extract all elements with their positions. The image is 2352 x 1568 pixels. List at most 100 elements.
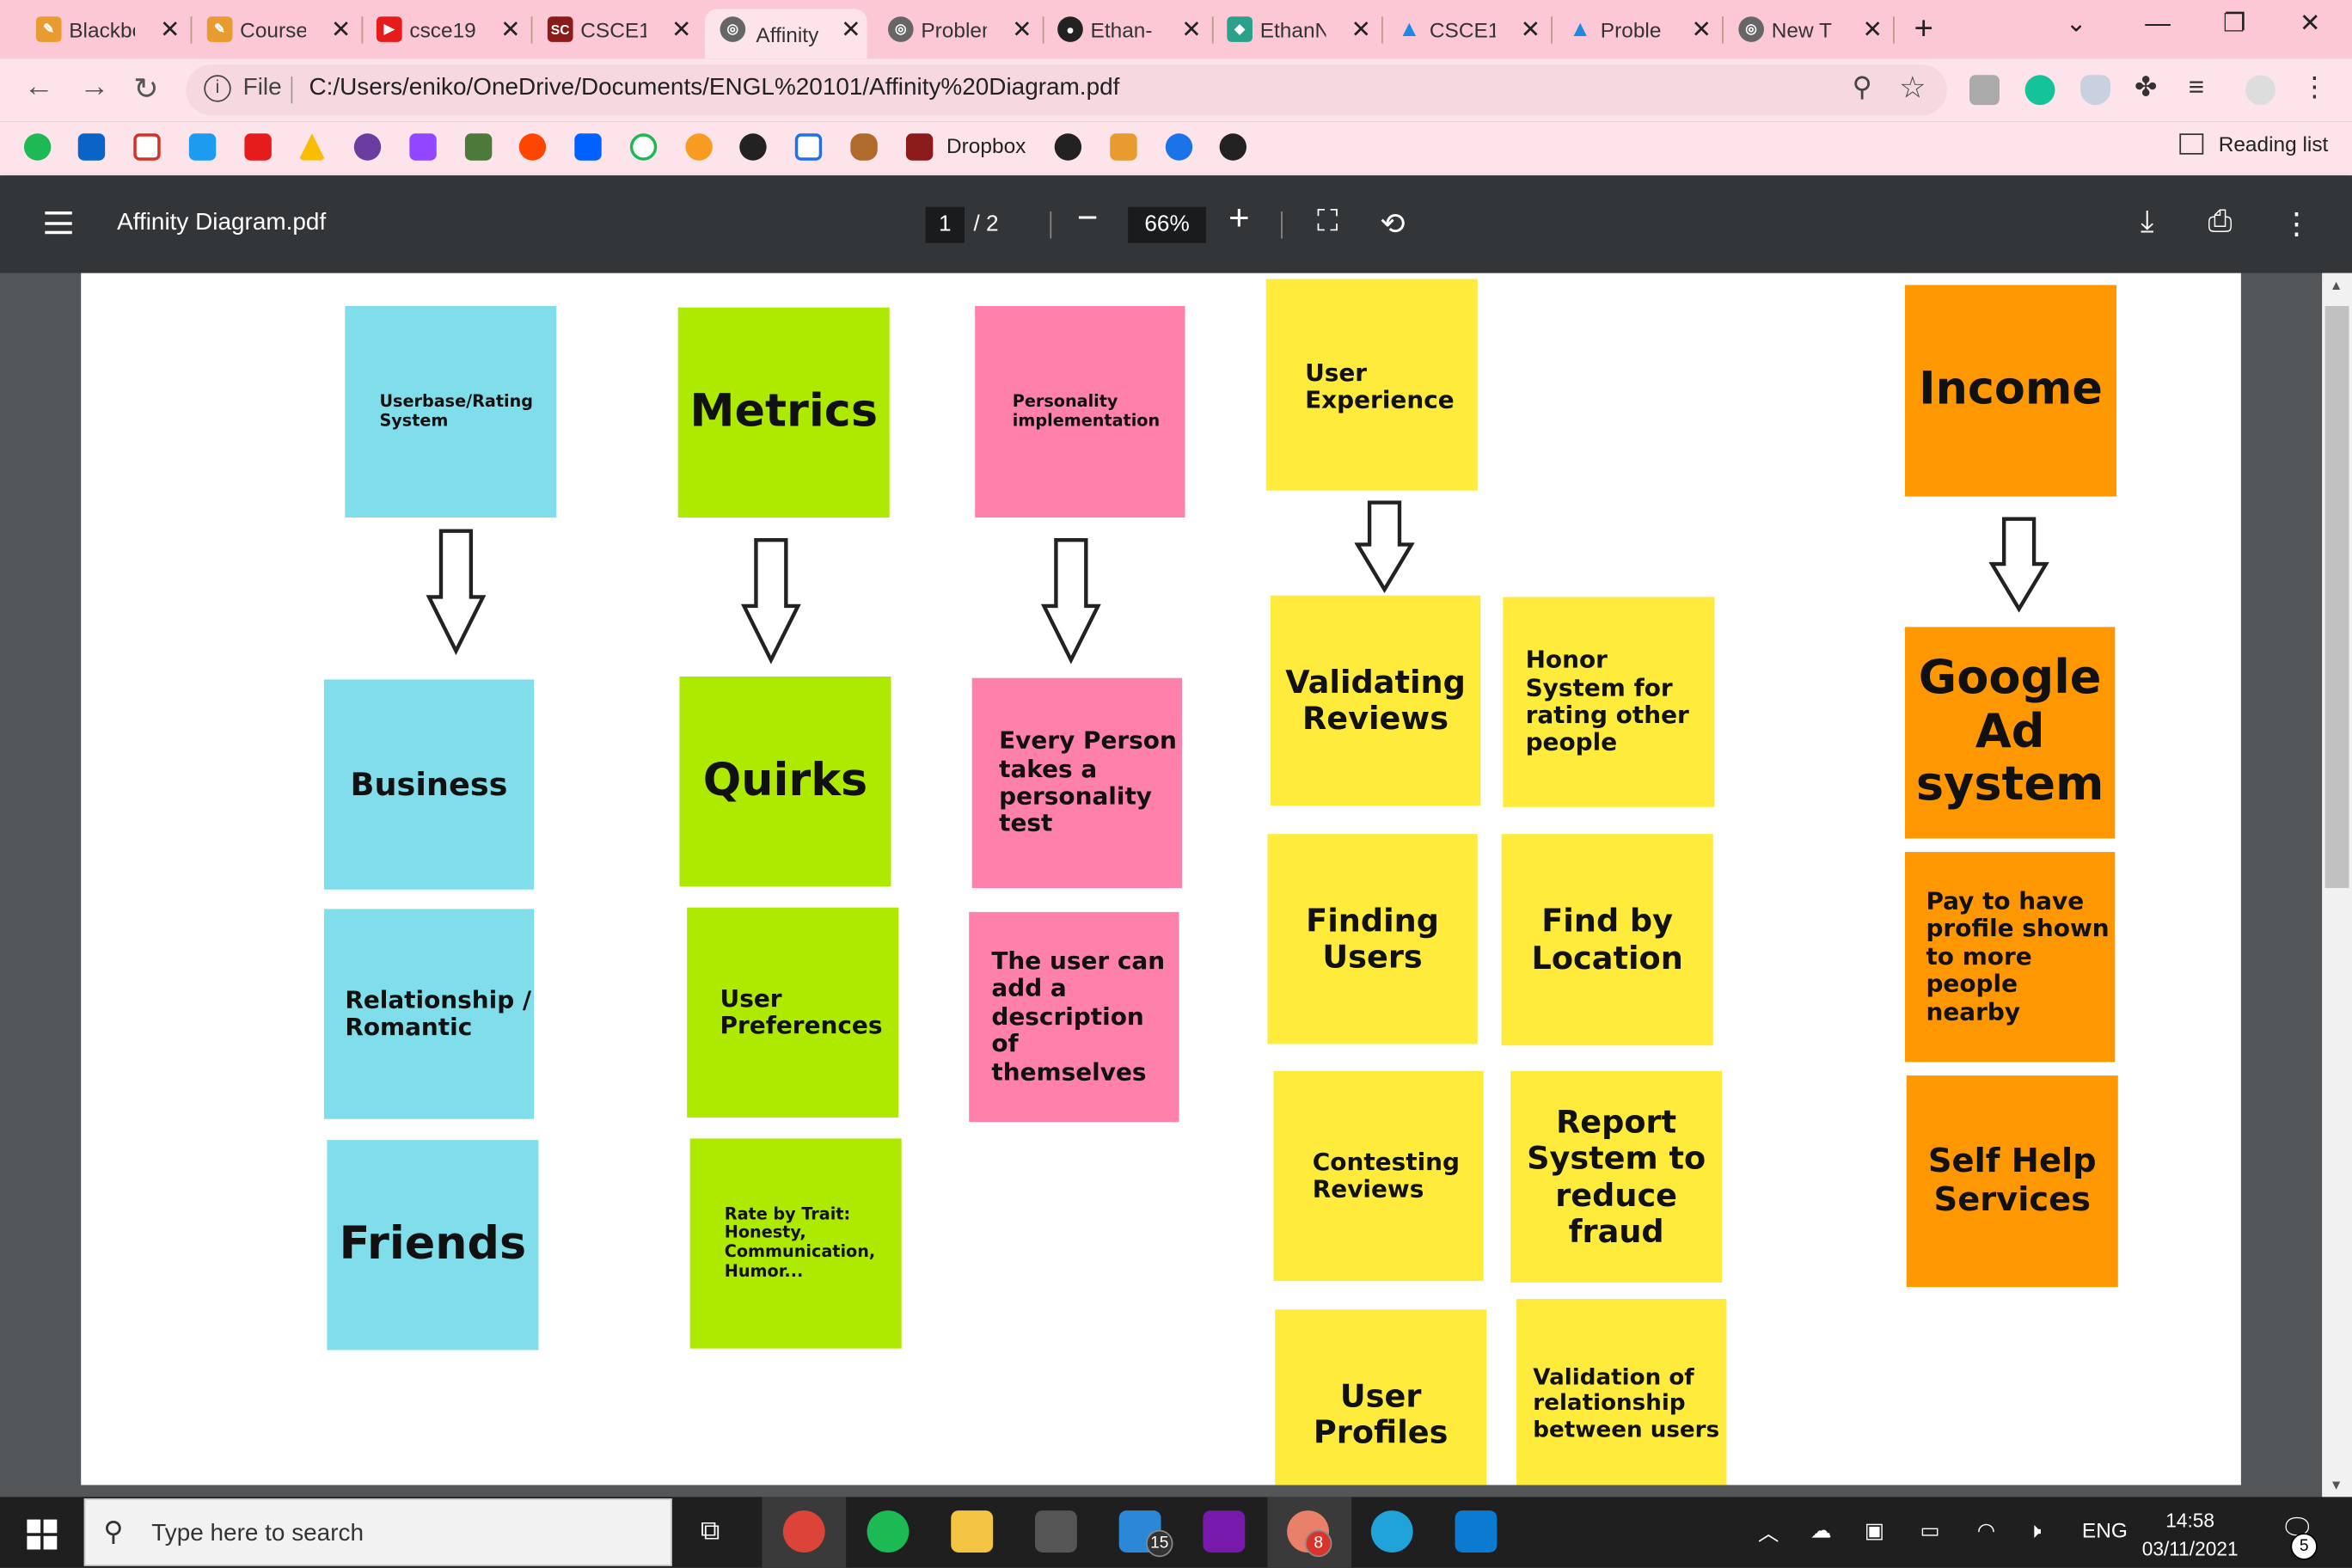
- tab-new-tab[interactable]: ◎ New T ✕: [1738, 9, 1888, 51]
- globe-icon[interactable]: [739, 133, 767, 161]
- zoom-icon[interactable]: ⚲: [1853, 72, 1872, 104]
- menu-icon[interactable]: [45, 211, 72, 235]
- puzzle-icon[interactable]: ✤: [2135, 72, 2165, 102]
- microsoft-store-icon[interactable]: [1034, 1510, 1077, 1553]
- dropbox-icon[interactable]: [574, 133, 602, 161]
- google-drive-icon[interactable]: [298, 133, 326, 161]
- wifi-icon[interactable]: ◠: [1977, 1518, 1995, 1544]
- close-icon[interactable]: ✕: [1692, 15, 1712, 45]
- tab-course[interactable]: ✎ Course ✕: [206, 9, 357, 51]
- pencil-icon[interactable]: [1110, 133, 1137, 161]
- scroll-up-icon[interactable]: ▲: [2330, 278, 2343, 292]
- page-number-input[interactable]: 1: [925, 206, 965, 243]
- grammarly-icon[interactable]: [2024, 75, 2055, 106]
- address-bar[interactable]: i File C:/Users/eniko/OneDrive/Documents…: [186, 64, 1947, 116]
- new-tab-button[interactable]: +: [1914, 9, 1932, 47]
- vscode-icon[interactable]: [1455, 1510, 1498, 1553]
- back-button[interactable]: ←: [24, 70, 54, 105]
- volume-muted-icon[interactable]: 🕨: [2028, 1518, 2041, 1544]
- bookmark-dropbox[interactable]: Dropbox: [946, 133, 1026, 157]
- app-icon[interactable]: [629, 133, 658, 161]
- reload-button[interactable]: ↻: [133, 70, 158, 108]
- restore-button[interactable]: ❐: [2223, 9, 2246, 39]
- sun-icon[interactable]: [685, 133, 713, 161]
- close-icon[interactable]: ✕: [160, 15, 180, 45]
- spotify-icon[interactable]: [867, 1510, 910, 1553]
- media-queue-icon[interactable]: ≡: [2189, 72, 2219, 102]
- tab-github-ethan[interactable]: ● Ethan- ✕: [1057, 9, 1207, 51]
- app-icon[interactable]: [1165, 133, 1193, 161]
- tab-drive-problem[interactable]: ▲ Proble ✕: [1567, 9, 1717, 51]
- gmail-icon[interactable]: [133, 133, 161, 161]
- chrome-icon[interactable]: [782, 1510, 825, 1553]
- outlook-icon[interactable]: [77, 133, 106, 161]
- app-icon[interactable]: [464, 133, 493, 161]
- edge-icon[interactable]: [1370, 1510, 1413, 1553]
- download-icon[interactable]: ⤓: [2141, 205, 2153, 240]
- onenote-icon[interactable]: [1203, 1510, 1246, 1553]
- reading-list-button[interactable]: Reading list: [2179, 132, 2328, 156]
- tab-search-chevron-icon[interactable]: ⌄: [2066, 9, 2087, 39]
- tab-ethann[interactable]: ◆ EthanN ✕: [1227, 9, 1376, 51]
- tab-csce-1[interactable]: SC CSCE1 ✕: [547, 9, 697, 51]
- tab-drive-csce[interactable]: ▲ CSCE1 ✕: [1397, 9, 1547, 51]
- close-icon[interactable]: ✕: [1521, 15, 1540, 45]
- spotify-icon[interactable]: [23, 133, 52, 161]
- rotate-icon[interactable]: ⟲: [1380, 205, 1405, 243]
- twitch-icon[interactable]: [409, 133, 437, 161]
- close-icon[interactable]: ✕: [1862, 15, 1882, 45]
- close-icon[interactable]: ✕: [841, 15, 861, 45]
- app-icon[interactable]: [850, 133, 878, 161]
- menu-dots-icon[interactable]: ⋮: [2301, 72, 2331, 102]
- zoom-out-button[interactable]: −: [1077, 198, 1098, 240]
- twitter-icon[interactable]: [188, 133, 217, 161]
- language-indicator[interactable]: ENG: [2082, 1518, 2128, 1542]
- app-icon[interactable]: [353, 133, 382, 161]
- scroll-thumb[interactable]: [2324, 305, 2349, 888]
- url-text[interactable]: C:/Users/eniko/OneDrive/Documents/ENGL%2…: [309, 75, 1119, 101]
- clock[interactable]: 14:58 03/11/2021: [2142, 1506, 2239, 1563]
- scroll-down-icon[interactable]: ▼: [2330, 1478, 2343, 1492]
- tab-youtube[interactable]: ▶ csce19 ✕: [376, 9, 526, 51]
- zoom-in-button[interactable]: +: [1228, 198, 1249, 240]
- task-view-icon[interactable]: ⧉: [701, 1515, 720, 1547]
- close-icon[interactable]: ✕: [331, 15, 351, 45]
- zoom-input[interactable]: 66%: [1128, 206, 1206, 243]
- minimize-button[interactable]: —: [2145, 9, 2171, 39]
- bookmark-star-icon[interactable]: ☆: [1899, 69, 1926, 107]
- tab-problem[interactable]: ◎ Problem ✕: [887, 9, 1038, 51]
- fit-page-icon[interactable]: ⛶: [1317, 205, 1338, 240]
- close-icon[interactable]: ✕: [500, 15, 520, 45]
- usc-icon[interactable]: [905, 133, 934, 161]
- tab-blackboard[interactable]: ✎ Blackboard ✕: [35, 9, 186, 51]
- close-icon[interactable]: ✕: [1181, 15, 1201, 45]
- tab-affinity[interactable]: ◎ Affinity ✕: [705, 9, 867, 59]
- close-icon[interactable]: ✕: [1012, 15, 1032, 45]
- vertical-scrollbar[interactable]: ▲ ▼: [2322, 273, 2352, 1498]
- globe-icon[interactable]: [1054, 133, 1082, 161]
- chevron-up-icon[interactable]: ︿: [1758, 1518, 1779, 1548]
- info-icon[interactable]: i: [204, 75, 231, 102]
- shield-icon[interactable]: [2080, 75, 2111, 106]
- print-icon[interactable]: ⎙: [2208, 205, 2232, 240]
- calendar-icon[interactable]: [794, 133, 823, 161]
- avatar[interactable]: [2245, 75, 2276, 106]
- github-icon[interactable]: [1219, 133, 1247, 161]
- windows-start-icon[interactable]: [27, 1519, 58, 1550]
- reddit-icon[interactable]: [518, 133, 547, 161]
- pdf-viewer[interactable]: Userbase/Rating System Business Relation…: [0, 273, 2323, 1498]
- extension-icon[interactable]: [1969, 75, 2000, 106]
- onedrive-icon[interactable]: ☁: [1810, 1518, 1831, 1544]
- youtube-icon[interactable]: [244, 133, 272, 161]
- display-icon[interactable]: ▣: [1865, 1518, 1884, 1544]
- window-close-button[interactable]: ✕: [2300, 9, 2321, 39]
- more-options-icon[interactable]: ⋮: [2282, 205, 2312, 243]
- file-explorer-icon[interactable]: [951, 1510, 994, 1553]
- forward-button[interactable]: →: [79, 70, 109, 105]
- close-icon[interactable]: ✕: [671, 15, 691, 45]
- google-drive-icon: ▲: [1569, 16, 1592, 42]
- battery-icon[interactable]: ▭: [1920, 1518, 1939, 1544]
- note-income: Income: [1905, 285, 2117, 497]
- close-icon[interactable]: ✕: [1351, 15, 1370, 45]
- taskbar-search-box[interactable]: ⚲ Type here to search: [83, 1498, 672, 1566]
